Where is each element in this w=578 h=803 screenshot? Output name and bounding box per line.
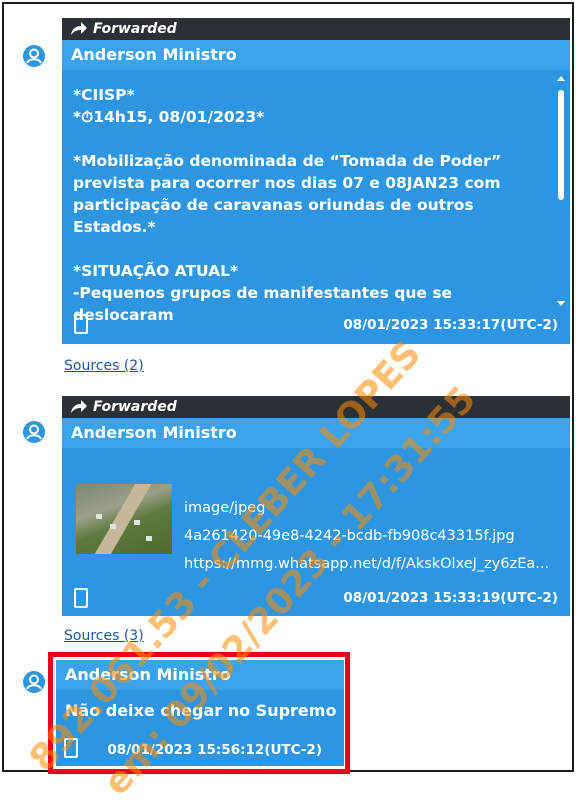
forwarded-label: Forwarded: [93, 399, 177, 415]
attachment-url[interactable]: https://mmg.whatsapp.net/d/f/AkskOlxeJ_z…: [184, 556, 564, 572]
scroll-thumb[interactable]: [558, 90, 564, 200]
forwarded-bar: Forwarded: [62, 18, 570, 40]
message-bubble[interactable]: Anderson Ministro image/jpeg 4a261420-49…: [62, 418, 570, 616]
user-avatar-icon[interactable]: [22, 670, 46, 694]
highlight-box: [48, 652, 350, 774]
phone-icon: [74, 314, 88, 334]
sources-link[interactable]: Sources (2): [64, 358, 144, 374]
forwarded-bar: Forwarded: [62, 396, 570, 418]
scroll-down-arrow-icon[interactable]: [557, 301, 565, 306]
image-thumbnail[interactable]: [76, 484, 172, 554]
attachment-filename[interactable]: 4a261420-49e8-4242-bcdb-fb908c43315f.jpg: [184, 528, 515, 544]
message-scrollbar[interactable]: [556, 76, 566, 306]
user-avatar-icon[interactable]: [22, 420, 46, 444]
message-bubble[interactable]: Anderson Ministro *CIISP* *⏱14h15, 08/01…: [62, 40, 570, 344]
message-timestamp: 08/01/2023 15:33:19(UTC-2): [343, 590, 558, 606]
forwarded-label: Forwarded: [93, 21, 177, 37]
sender-name: Anderson Ministro: [62, 418, 570, 448]
sources-link[interactable]: Sources (3): [64, 628, 144, 644]
user-avatar-icon[interactable]: [22, 44, 46, 68]
phone-icon: [74, 588, 88, 608]
message-timestamp: 08/01/2023 15:33:17(UTC-2): [343, 317, 558, 333]
sender-name: Anderson Ministro: [62, 40, 570, 70]
message-text: *CIISP* *⏱14h15, 08/01/2023* *Mobilizaçã…: [73, 86, 502, 324]
attachment-type: image/jpeg: [184, 500, 266, 516]
scroll-up-arrow-icon[interactable]: [557, 76, 565, 81]
